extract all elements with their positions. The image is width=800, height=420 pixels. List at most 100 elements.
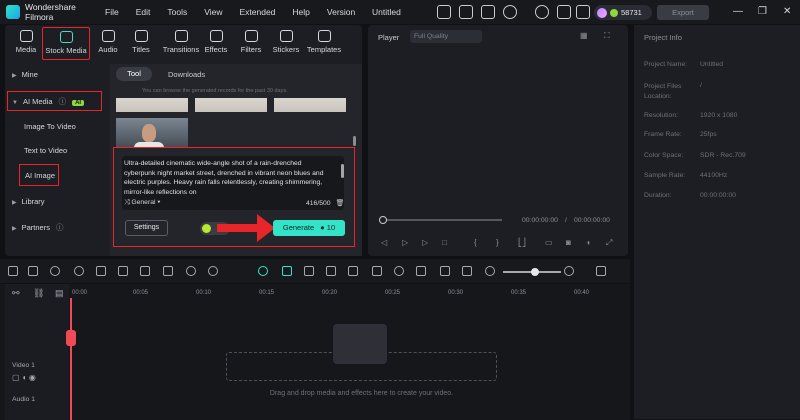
track-controls-icon[interactable]: ▢ ◖ ◉ — [12, 373, 36, 382]
upload-icon[interactable] — [481, 5, 495, 19]
text-icon[interactable] — [140, 266, 150, 276]
tab-filters[interactable]: Filters — [231, 27, 271, 54]
snapshot-icon[interactable] — [304, 266, 314, 276]
redo-icon[interactable] — [74, 266, 84, 276]
quality-select[interactable]: Full Quality — [410, 30, 482, 43]
timeline-ruler[interactable]: 00:00 00:05 00:10 00:15 00:20 00:25 00:3… — [70, 284, 630, 302]
prompt-text: Ultra-detailed cinematic wide-angle shot… — [124, 160, 324, 197]
sidebar-item-partners[interactable]: ▶ Partners ⓘ — [12, 222, 116, 233]
add-media-icon[interactable] — [333, 324, 387, 364]
tab-media[interactable]: Media — [6, 27, 46, 54]
track-header-column: ⚯ ⛓ ▤ Video 1 ▢ ◖ ◉ Audio 1 — [5, 284, 69, 420]
sidebar-item-library[interactable]: ▶ Library — [12, 197, 116, 206]
grid-view-icon[interactable] — [596, 266, 606, 276]
camera-icon[interactable]: ◙ — [566, 238, 571, 247]
menu-edit[interactable]: Edit — [136, 7, 151, 17]
generated-thumbnail[interactable] — [116, 98, 188, 112]
tab-titles[interactable]: Titles — [121, 27, 161, 54]
snapshot-grid-icon[interactable]: ▦ — [580, 31, 588, 40]
chain-icon[interactable]: ⛓ — [33, 288, 44, 299]
menu-help[interactable]: Help — [292, 7, 309, 17]
tab-stock-media[interactable]: Stock Media — [42, 27, 90, 60]
cut-icon[interactable] — [118, 266, 128, 276]
char-count: 416/500 🗑 — [306, 200, 345, 207]
minimize-icon[interactable]: — — [733, 6, 743, 17]
gift-icon[interactable] — [437, 5, 451, 19]
expand-icon[interactable]: ⤢ — [606, 238, 612, 248]
next-frame-icon[interactable]: ▷ — [422, 238, 428, 247]
voiceover-icon[interactable] — [416, 266, 426, 276]
generate-button[interactable]: Generate ● 10 — [273, 220, 345, 236]
zoom-slider[interactable] — [503, 268, 561, 276]
track-icon[interactable]: ▤ — [55, 288, 64, 299]
tab-tool[interactable]: Tool — [116, 67, 152, 81]
sidebar-item-mine[interactable]: ▶ Mine — [12, 70, 116, 79]
menu-file[interactable]: File — [105, 7, 119, 17]
image-icon[interactable] — [459, 5, 473, 19]
cloud-icon[interactable] — [503, 5, 517, 19]
tab-effects[interactable]: Effects — [196, 27, 236, 54]
menu-extended[interactable]: Extended — [239, 7, 275, 17]
stop-icon[interactable]: □ — [442, 238, 447, 247]
red-arrow-annotation — [217, 214, 275, 242]
restore-icon[interactable]: ❐ — [758, 6, 767, 17]
toggle-knob — [202, 224, 211, 233]
generated-thumbnail[interactable] — [195, 98, 267, 112]
captions-icon[interactable] — [462, 266, 472, 276]
link-icon[interactable]: ⚯ — [12, 288, 20, 299]
fullscreen-icon[interactable]: ⛶ — [604, 31, 610, 41]
microphone-icon[interactable] — [394, 266, 404, 276]
color-icon[interactable] — [208, 266, 218, 276]
mosaic-icon[interactable] — [348, 266, 358, 276]
bell-icon[interactable] — [557, 5, 571, 19]
playhead[interactable] — [70, 298, 72, 420]
trash-icon[interactable]: 🗑 — [336, 200, 345, 207]
scrollbar[interactable] — [353, 136, 356, 146]
play-icon[interactable]: ▷ — [402, 238, 408, 247]
detach-icon[interactable] — [440, 266, 450, 276]
menu-tools[interactable]: Tools — [167, 7, 187, 17]
mark-out-icon[interactable]: } — [496, 238, 499, 247]
ai-assist-icon[interactable] — [282, 266, 292, 276]
chevron-right-icon: ▶ — [12, 73, 17, 79]
tab-downloads[interactable]: Downloads — [168, 70, 205, 79]
layout-icon[interactable] — [8, 266, 18, 276]
select-tool-icon[interactable] — [28, 266, 38, 276]
settings-button[interactable]: Settings — [125, 220, 168, 236]
close-icon[interactable]: ✕ — [783, 6, 791, 17]
marker-icon[interactable] — [372, 266, 382, 276]
grid-icon[interactable] — [576, 5, 590, 19]
volume-icon[interactable]: ◖ — [586, 238, 591, 247]
undo-icon[interactable] — [50, 266, 60, 276]
export-button[interactable]: Export — [657, 5, 709, 20]
mark-in-icon[interactable]: { — [474, 238, 477, 247]
tab-stickers[interactable]: Stickers — [266, 27, 306, 54]
info-label: Color Space: — [644, 152, 684, 159]
playhead-handle[interactable] — [66, 330, 76, 346]
menu-view[interactable]: View — [204, 7, 222, 17]
templates-icon — [317, 30, 331, 42]
prev-frame-icon[interactable]: ◁ — [381, 238, 387, 247]
zoom-slider-knob[interactable] — [530, 268, 539, 276]
mask-icon[interactable] — [326, 266, 336, 276]
display-icon[interactable]: ▭ — [545, 238, 553, 247]
sidebar-item-ai-media[interactable]: ▼ AI Media ⓘ AI — [12, 96, 116, 107]
speed-icon[interactable] — [186, 266, 196, 276]
generated-thumbnail[interactable] — [274, 98, 346, 112]
split-icon[interactable]: ⎣⎦ — [518, 238, 526, 247]
delete-icon[interactable] — [96, 266, 106, 276]
prompt-scrollbar[interactable] — [341, 164, 344, 178]
style-select[interactable]: ⤨ General ▾ — [124, 199, 160, 207]
menu-version[interactable]: Version — [327, 7, 355, 17]
playback-scrubber[interactable] — [379, 216, 502, 224]
headset-icon[interactable] — [535, 5, 549, 19]
crop-icon[interactable] — [163, 266, 173, 276]
ai-magic-icon[interactable] — [258, 266, 268, 276]
zoom-in-icon[interactable] — [564, 266, 574, 276]
credits-badge[interactable]: 58731 — [594, 5, 652, 20]
filmora-logo-icon — [6, 5, 20, 19]
zoom-out-icon[interactable] — [485, 266, 495, 276]
scrubber-knob[interactable] — [379, 216, 387, 224]
tab-templates[interactable]: Templates — [302, 27, 346, 54]
credits-value: 58731 — [621, 8, 642, 17]
